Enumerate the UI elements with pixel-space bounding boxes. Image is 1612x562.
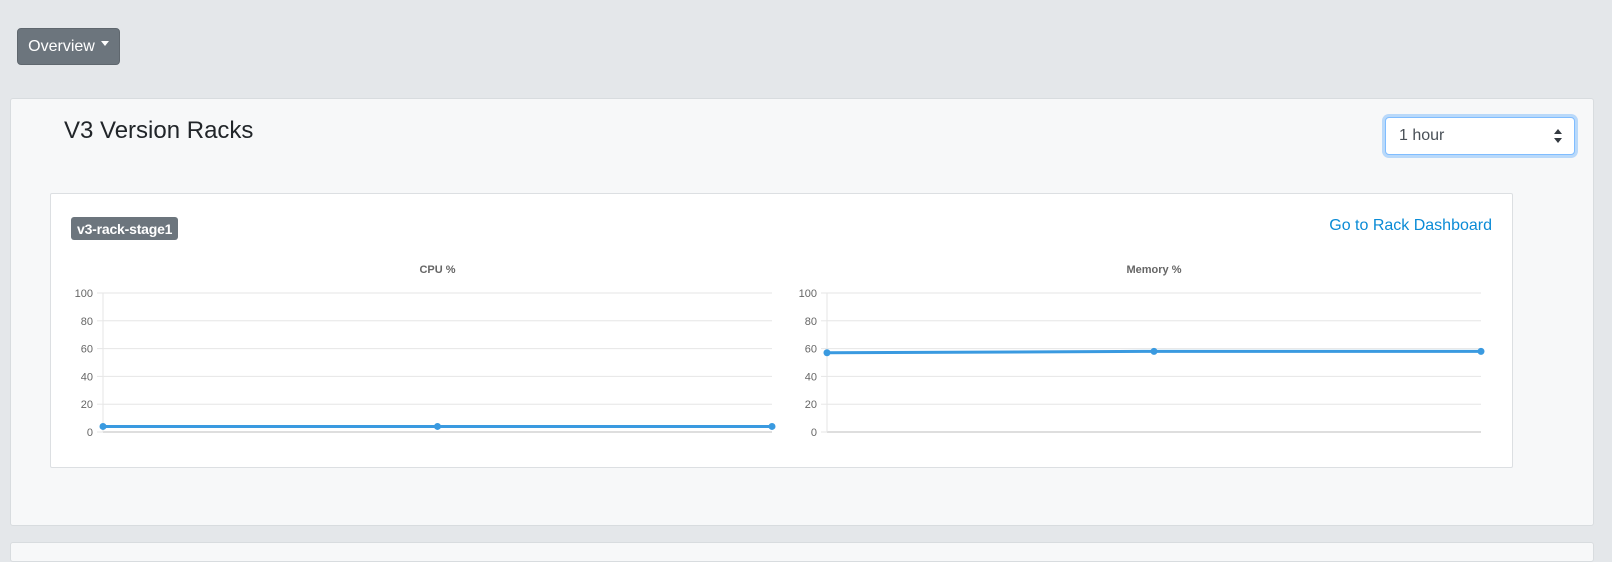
rack-dashboard-link[interactable]: Go to Rack Dashboard: [1329, 217, 1492, 235]
overview-button-label: Overview: [28, 37, 95, 55]
y-tick-label: 80: [805, 316, 817, 328]
chart-title: CPU %: [419, 264, 455, 276]
memory-chart-svg: Memory % 0 20 40 60 80 100: [799, 264, 1485, 439]
caret-down-icon: [100, 41, 109, 46]
y-tick-label: 40: [81, 371, 93, 383]
data-point: [99, 422, 107, 430]
next-section-card: [10, 542, 1594, 562]
y-tick-label: 60: [805, 344, 817, 356]
cpu-chart-svg: CPU % 0 20 40 60 80 100: [75, 264, 776, 439]
y-tick-label: 0: [87, 427, 93, 439]
y-tick-label: 60: [81, 344, 93, 356]
overview-dropdown-button[interactable]: Overview: [17, 28, 120, 65]
cpu-chart: CPU % 0 20 40 60 80 100: [61, 258, 781, 448]
y-tick-label: 40: [805, 371, 817, 383]
data-point: [1477, 347, 1485, 355]
y-tick-label: 100: [799, 288, 817, 300]
y-tick-label: 20: [81, 399, 93, 411]
data-point: [434, 422, 441, 430]
rack-card: v3-rack-stage1 Go to Rack Dashboard CPU …: [50, 193, 1513, 468]
data-point: [768, 422, 776, 430]
section-title: V3 Version Racks: [64, 117, 254, 144]
memory-chart: Memory % 0 20 40 60 80 100: [788, 258, 1494, 448]
racks-section-card: V3 Version Racks 1 hour v3-rack-stage1 G…: [10, 98, 1594, 526]
y-tick-label: 20: [805, 399, 817, 411]
rack-name-badge: v3-rack-stage1: [71, 217, 179, 240]
chart-title: Memory %: [1126, 264, 1181, 276]
data-point: [1150, 347, 1158, 355]
y-tick-label: 100: [75, 288, 93, 300]
time-range-selected-value: 1 hour: [1399, 127, 1445, 144]
y-tick-label: 80: [81, 316, 93, 328]
select-arrows-icon: [1554, 129, 1562, 143]
data-point: [823, 349, 831, 357]
y-tick-label: 0: [811, 427, 817, 439]
time-range-select[interactable]: 1 hour: [1385, 117, 1575, 155]
